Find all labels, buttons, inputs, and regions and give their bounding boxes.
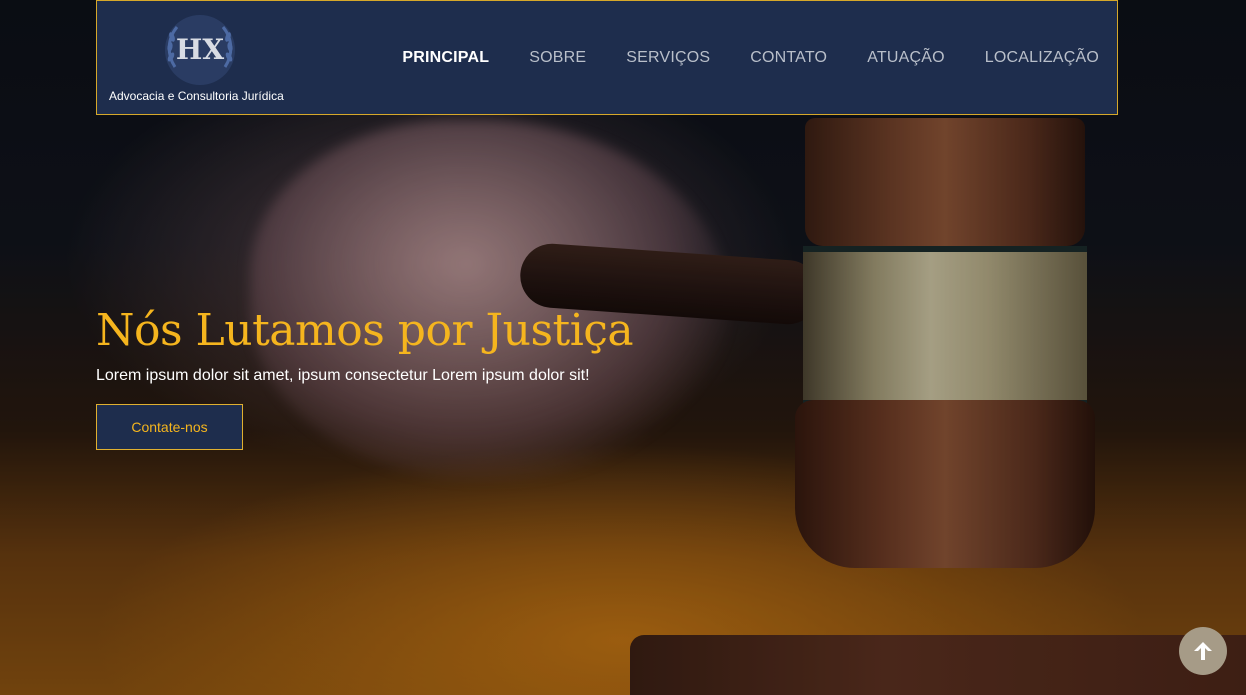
hero-subtitle: Lorem ipsum dolor sit amet, ipsum consec… [96,367,590,384]
laurel-wreath-icon: HX [165,15,235,85]
nav-item-principal[interactable]: PRINCIPAL [402,49,489,67]
hero-title: Nós Lutamos por Justiça [96,305,634,356]
contact-button[interactable]: Contate-nos [96,404,243,450]
nav-item-contato[interactable]: CONTATO [750,49,827,67]
nav-item-servicos[interactable]: SERVIÇOS [626,49,710,67]
nav-item-localizacao[interactable]: LOCALIZAÇÃO [985,49,1099,67]
nav-item-sobre[interactable]: SOBRE [529,49,586,67]
back-to-top-button[interactable] [1179,627,1227,675]
nav-menu: PRINCIPAL SOBRE SERVIÇOS CONTATO ATUAÇÃO… [402,1,1099,114]
navbar: HX Advocacia e Consultoria Jurídica PRIN… [96,0,1118,115]
nav-item-atuacao[interactable]: ATUAÇÃO [867,49,945,67]
hero-section: HX Advocacia e Consultoria Jurídica PRIN… [0,0,1246,695]
brand-tagline: Advocacia e Consultoria Jurídica [109,89,284,103]
brand[interactable]: HX Advocacia e Consultoria Jurídica [97,1,307,114]
logo-letters: HX [176,33,224,66]
arrow-up-icon [1194,642,1212,660]
